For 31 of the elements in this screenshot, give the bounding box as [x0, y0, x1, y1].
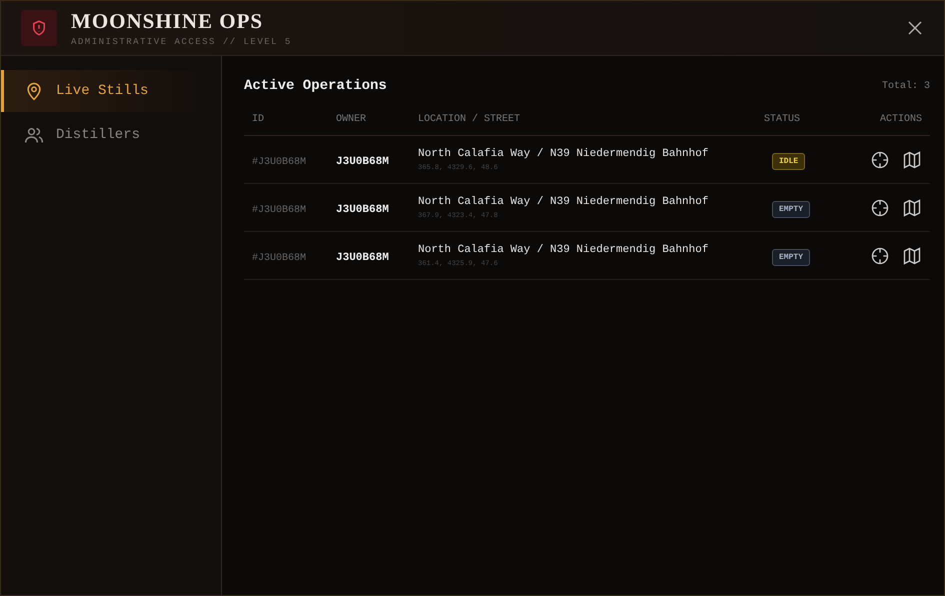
sidebar-item[interactable]: Distillers: [1, 114, 221, 156]
total-count: Total: 3: [882, 80, 930, 92]
map-icon[interactable]: [902, 150, 922, 170]
id-cell: #J3U0B68M: [252, 156, 306, 168]
map-icon[interactable]: [902, 198, 922, 218]
id-cell: #J3U0B68M: [252, 252, 306, 264]
app-title: MOONSHINE OPS: [71, 9, 264, 34]
status-badge: EMPTY: [772, 248, 810, 266]
close-icon[interactable]: [906, 19, 924, 37]
column-header: ACTIONS: [850, 114, 930, 136]
crosshair-icon[interactable]: [870, 246, 890, 266]
crosshair-icon[interactable]: [870, 150, 890, 170]
shield-icon: [21, 10, 57, 46]
status-badge: EMPTY: [772, 200, 810, 218]
map-icon[interactable]: [902, 246, 922, 266]
column-header: OWNER: [328, 114, 410, 136]
column-header: LOCATION / STREET: [410, 114, 764, 136]
id-cell: #J3U0B68M: [252, 204, 306, 216]
access-level: ADMINISTRATIVE ACCESS // LEVEL 5: [71, 37, 293, 47]
location-text: North Calafia Way / N39 Niedermendig Bahnhof: [418, 244, 710, 256]
owner-cell: J3U0B68M: [336, 156, 389, 168]
location-text: North Calafia Way / N39 Niedermendig Bahnhof: [418, 196, 710, 208]
owner-cell: J3U0B68M: [336, 252, 389, 264]
column-header: ID: [244, 114, 328, 136]
column-header: STATUS: [764, 114, 850, 136]
section-heading: Active Operations: [244, 78, 387, 94]
owner-cell: J3U0B68M: [336, 204, 389, 216]
crosshair-icon[interactable]: [870, 198, 890, 218]
status-badge: IDLE: [772, 152, 806, 170]
users-icon: [24, 125, 44, 145]
location-text: North Calafia Way / N39 Niedermendig Bahnhof: [418, 148, 710, 160]
